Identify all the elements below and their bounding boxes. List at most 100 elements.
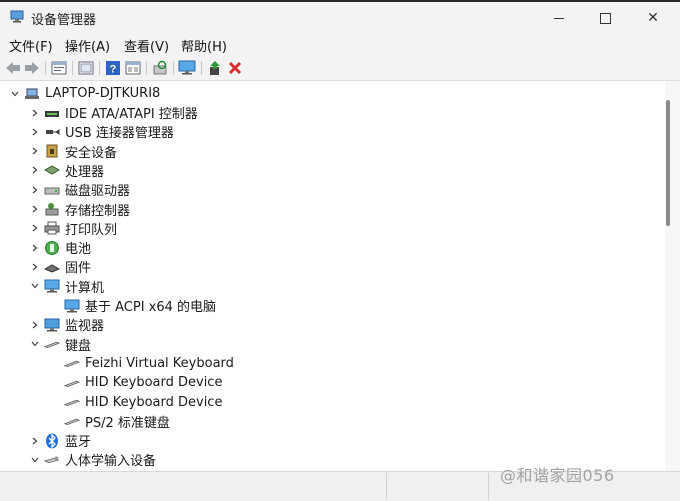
help-button[interactable]: ? [104, 59, 122, 77]
chevron-right-icon[interactable] [28, 260, 42, 274]
chevron-right-icon[interactable] [28, 434, 42, 448]
update-driver-button[interactable] [206, 59, 224, 77]
device-category[interactable]: USB 连接器管理器 [28, 122, 174, 141]
tree-item-label: 打印队列 [65, 222, 118, 238]
monitor-button[interactable] [178, 59, 196, 77]
menu-bar: 文件(F) 操作(A) 查看(V) 帮助(H) [0, 32, 680, 56]
device-item[interactable]: HID Keyboard Device [48, 373, 222, 392]
device-category[interactable]: 计算机 [28, 277, 104, 296]
monitor-icon [44, 317, 60, 333]
tree-item-label: HID Keyboard Device [85, 394, 223, 410]
device-category[interactable]: IDE ATA/ATAPI 控制器 [28, 103, 198, 122]
watermark: @和谐家园056 [500, 466, 615, 485]
view-resources-button[interactable] [124, 59, 142, 77]
device-item[interactable]: 基于 ACPI x64 的电脑 [48, 296, 216, 315]
properties-button[interactable] [50, 59, 68, 77]
tree-item-label: Feizhi Virtual Keyboard [85, 355, 234, 371]
menu-file[interactable]: 文件(F) [9, 36, 53, 55]
chevron-right-icon[interactable] [28, 106, 42, 120]
uninstall-button[interactable] [226, 59, 244, 77]
device-category[interactable]: 安全设备 [28, 142, 117, 161]
device-tree[interactable]: LAPTOP-DJTKURI8 IDE ATA/ATAPI 控制器 USB 连接器… [0, 81, 665, 471]
device-category[interactable]: 键盘 [28, 335, 91, 354]
device-item[interactable]: HID Keyboard Device [48, 393, 222, 412]
tree-item-label: 安全设备 [65, 145, 118, 161]
show-hide-tree-button[interactable] [77, 59, 95, 77]
back-arrow-icon [6, 62, 20, 74]
maximize-button[interactable] [582, 4, 628, 32]
close-button[interactable]: ✕ [630, 4, 676, 32]
chevron-right-icon[interactable] [28, 221, 42, 235]
battery-icon [44, 240, 60, 256]
keyboard-icon [64, 375, 80, 391]
device-category[interactable]: 处理器 [28, 161, 104, 180]
scan-hardware-button[interactable] [151, 59, 169, 77]
chevron-right-icon[interactable] [28, 318, 42, 332]
back-button[interactable] [4, 59, 22, 77]
chevron-down-icon[interactable] [28, 337, 42, 351]
processor-icon [44, 162, 60, 178]
tree-item-label: 电池 [65, 242, 92, 258]
toolbar-separator [201, 61, 202, 75]
device-category[interactable]: 电池 [28, 238, 91, 257]
properties-icon [51, 61, 67, 75]
monitor-icon [178, 60, 196, 75]
tree-item-label: USB 连接器管理器 [65, 126, 174, 142]
chevron-right-icon[interactable] [28, 241, 42, 255]
minimize-icon [554, 17, 564, 19]
device-category[interactable]: 监视器 [28, 315, 104, 334]
tree-item-label: 存储控制器 [65, 203, 131, 219]
printer-icon [44, 220, 60, 236]
minimize-button[interactable] [536, 4, 582, 32]
tree-item-label: 磁盘驱动器 [65, 184, 131, 200]
tree-item-label: 蓝牙 [65, 435, 92, 451]
toolbar-separator [72, 61, 73, 75]
tree-item-label: HID Keyboard Device [85, 375, 223, 391]
device-category[interactable]: 固件 [28, 257, 91, 276]
chevron-right-icon[interactable] [28, 144, 42, 158]
help-icon: ? [106, 61, 120, 76]
device-category[interactable]: 打印队列 [28, 219, 117, 238]
chevron-down-icon[interactable] [28, 453, 42, 467]
tree-item-label: 基于 ACPI x64 的电脑 [85, 300, 217, 315]
ide-controller-icon [44, 105, 60, 121]
toolbar-separator [99, 61, 100, 75]
menu-action[interactable]: 操作(A) [65, 36, 110, 55]
chevron-right-icon[interactable] [28, 125, 42, 139]
computer-icon [64, 298, 80, 314]
show-hide-tree-icon [78, 61, 94, 75]
hid-icon [44, 452, 60, 468]
chevron-down-icon[interactable] [28, 279, 42, 293]
device-category[interactable]: 存储控制器 [28, 200, 130, 219]
bluetooth-icon [44, 433, 60, 449]
device-category[interactable]: 磁盘驱动器 [28, 180, 130, 199]
maximize-icon [599, 12, 611, 24]
device-category[interactable]: 人体学输入设备 [28, 450, 156, 469]
forward-button[interactable] [23, 59, 41, 77]
device-item[interactable]: PS/2 标准键盘 [48, 412, 170, 431]
chevron-right-icon[interactable] [28, 202, 42, 216]
device-category[interactable]: 蓝牙 [28, 431, 91, 450]
root-label: LAPTOP-DJTKURI8 [45, 86, 161, 101]
firmware-icon [44, 259, 60, 275]
title-bar[interactable]: 设备管理器 ✕ [0, 2, 680, 32]
disk-drive-icon [44, 182, 60, 198]
status-divider [386, 473, 387, 500]
menu-help[interactable]: 帮助(H) [181, 36, 227, 55]
update-driver-icon [210, 61, 220, 75]
chevron-right-icon[interactable] [28, 183, 42, 197]
menu-view[interactable]: 查看(V) [124, 36, 169, 55]
toolbar-separator [173, 61, 174, 75]
scrollbar-thumb[interactable] [666, 100, 670, 226]
tree-item-label: PS/2 标准键盘 [85, 415, 170, 431]
device-item[interactable]: Feizhi Virtual Keyboard [48, 354, 234, 373]
tree-root[interactable]: LAPTOP-DJTKURI8 [8, 84, 160, 103]
view-resources-icon [125, 61, 141, 75]
tree-item-label: 计算机 [65, 280, 105, 296]
uninstall-icon [228, 61, 242, 75]
close-icon: ✕ [647, 10, 659, 26]
chevron-down-icon[interactable] [8, 87, 22, 101]
chevron-right-icon[interactable] [28, 163, 42, 177]
toolbar-separator [146, 61, 147, 75]
keyboard-icon [64, 413, 80, 429]
